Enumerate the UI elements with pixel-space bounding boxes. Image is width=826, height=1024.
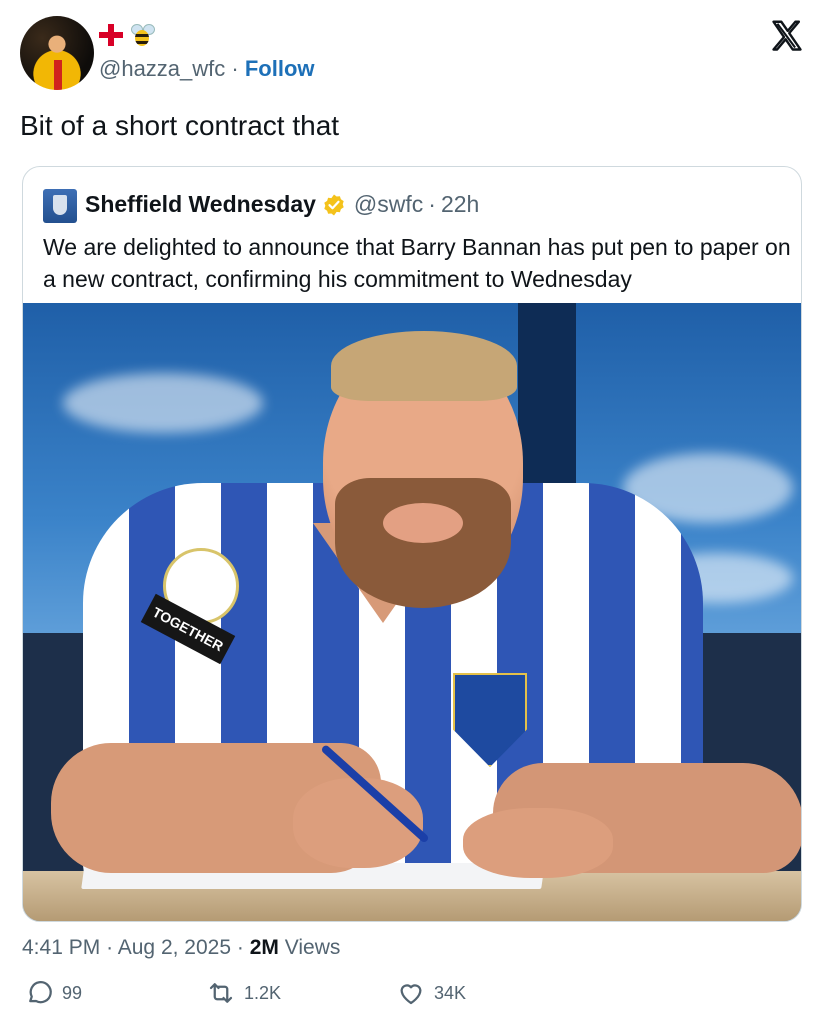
verified-badge-icon [324,194,344,215]
reply-icon [29,981,52,1004]
follow-button[interactable]: Follow [245,56,315,81]
like-button[interactable]: 34K [396,978,466,1008]
views-label: Views [284,936,341,959]
author-line: @hazza_wfc · Follow [99,56,315,82]
quoted-author-handle[interactable]: @swfc [354,191,423,218]
england-flag-icon [99,24,123,46]
quoted-author-name[interactable]: Sheffield Wednesday [85,191,316,218]
quoted-author-avatar[interactable] [43,189,77,223]
retweet-button[interactable]: 1.2K [206,978,281,1008]
tweet-date[interactable]: Aug 2, 2025 [118,936,231,959]
retweet-icon [209,983,233,1003]
author-name-emojis [99,22,155,48]
tweet-timestamp: 4:41 PM · Aug 2, 2025 · 2M Views [22,936,340,960]
views-count: 2M [249,936,279,959]
tweet-photo[interactable]: TOGETHER [23,303,801,921]
author-avatar[interactable] [20,16,94,90]
avatar-detail [54,60,62,90]
author-handle[interactable]: @hazza_wfc [99,56,225,81]
tweet-text: Bit of a short contract that [20,110,340,141]
reply-count: 99 [62,982,83,1003]
tweet-time[interactable]: 4:41 PM [22,936,100,959]
separator: · [236,936,244,959]
separator: · [428,191,436,217]
quoted-tweet-time[interactable]: 22h [441,191,479,218]
reply-button[interactable]: 99 [24,978,82,1008]
retweet-count: 1.2K [244,982,282,1003]
quoted-tweet-text: We are delighted to announce that Barry … [43,234,791,292]
action-bar: 99 1.2K 34K [22,978,802,1008]
quoted-tweet-header: Sheffield Wednesday @swfc · 22h [85,191,479,218]
heart-icon [400,984,422,1005]
quoted-tweet-card[interactable]: Sheffield Wednesday @swfc · 22h We are d… [22,166,802,922]
separator: · [106,936,114,959]
bee-icon [129,22,155,48]
x-logo-icon[interactable] [768,18,806,54]
separator: · [231,56,239,81]
like-count: 34K [434,982,467,1003]
